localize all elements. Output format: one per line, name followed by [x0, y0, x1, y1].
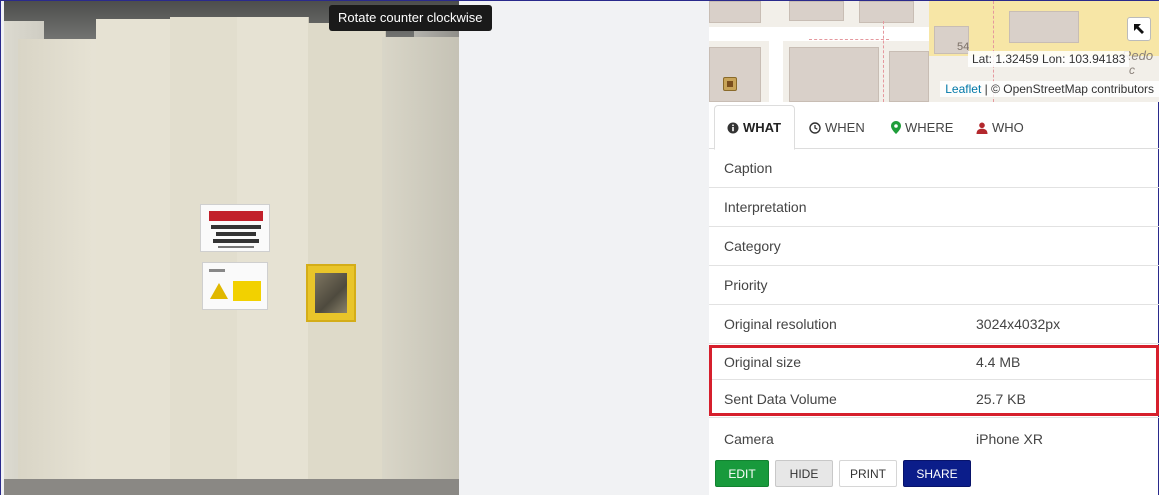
hide-button[interactable]: HIDE [775, 460, 833, 487]
photo-yellow-panel [306, 264, 356, 322]
share-button[interactable]: SHARE [903, 460, 971, 487]
detail-label: Caption [724, 160, 773, 176]
map-building [859, 1, 914, 23]
photo-hoarding-panel [170, 17, 238, 495]
user-icon [976, 122, 988, 134]
detail-row-resolution: Original resolution 3024x4032px [709, 305, 1159, 344]
detail-value: 4.4 MB [976, 353, 1021, 370]
map-building [1009, 11, 1079, 43]
action-buttons: EDIT HIDE PRINT SHARE [715, 460, 971, 487]
map-building [709, 1, 761, 23]
tab-label: WHERE [905, 120, 954, 135]
detail-label: Original resolution [724, 316, 837, 332]
map-fullscreen-button[interactable] [1127, 17, 1151, 41]
location-map[interactable]: 54 Redo c Lat: 1.32459 Lon: 103.94183 Le… [709, 1, 1159, 102]
tab-where[interactable]: WHERE [879, 105, 965, 150]
tab-who[interactable]: WHO [964, 105, 1036, 150]
photo-viewer: Rotate counter clockwise [0, 0, 709, 495]
tab-when[interactable]: WHEN [797, 105, 877, 150]
map-road [769, 27, 783, 102]
attribution-separator: | [981, 82, 992, 96]
map-marker-icon [891, 121, 901, 134]
map-attribution: Leaflet | © OpenStreetMap contributors [940, 81, 1159, 97]
map-label: c [1129, 63, 1135, 77]
tab-what[interactable]: WHAT [714, 105, 795, 150]
detail-row-sent-data: Sent Data Volume 25.7 KB [709, 380, 1159, 418]
expand-arrow-icon [1134, 24, 1144, 34]
detail-row-priority: Priority [709, 266, 1159, 305]
print-button[interactable]: PRINT [839, 460, 897, 487]
map-building [889, 51, 929, 102]
photo-hoarding-panel [237, 17, 309, 495]
photo-hoarding-panel [308, 23, 386, 495]
photo-image[interactable] [4, 1, 459, 495]
photo-hoarding-panel [96, 19, 171, 495]
detail-value: 3024x4032px [976, 316, 1061, 332]
rotate-tooltip: Rotate counter clockwise [329, 5, 492, 31]
detail-label: Interpretation [724, 199, 807, 215]
photo-danger-sign [200, 204, 270, 252]
detail-label: Original size [724, 353, 802, 370]
tab-label: WHAT [743, 120, 782, 135]
detail-row-category: Category [709, 227, 1159, 266]
photo-caution-sign [202, 262, 268, 310]
photo-floor [4, 479, 459, 495]
detail-label: Sent Data Volume [724, 390, 837, 407]
details-panel: 54 Redo c Lat: 1.32459 Lon: 103.94183 Le… [709, 0, 1159, 495]
detail-value: iPhone XR [976, 431, 1043, 447]
info-circle-icon [727, 122, 739, 133]
edit-button[interactable]: EDIT [715, 460, 769, 487]
map-coordinates: Lat: 1.32459 Lon: 103.94183 [968, 51, 1130, 67]
detail-label: Camera [724, 431, 774, 447]
leaflet-link[interactable]: Leaflet [945, 82, 981, 96]
map-boundary-line [809, 39, 889, 40]
detail-row-size: Original size 4.4 MB [709, 344, 1159, 380]
detail-row-camera: Camera iPhone XR [709, 420, 1159, 458]
map-building [789, 47, 879, 102]
tab-label: WHO [992, 120, 1024, 135]
tab-label: WHEN [825, 120, 865, 135]
detail-value: 25.7 KB [976, 390, 1026, 407]
detail-row-caption: Caption [709, 149, 1159, 188]
map-building [789, 1, 844, 21]
osm-attribution[interactable]: © OpenStreetMap contributors [991, 82, 1154, 96]
photo-hoarding-panel [18, 39, 106, 495]
map-poi-icon [723, 77, 737, 91]
detail-label: Priority [724, 277, 768, 293]
detail-label: Category [724, 238, 781, 254]
photo-hoarding-panel [382, 37, 459, 495]
clock-icon [809, 121, 821, 134]
detail-row-interpretation: Interpretation [709, 188, 1159, 227]
detail-tabs: WHAT WHEN WHERE WHO [709, 105, 1159, 150]
map-building [709, 47, 761, 102]
map-boundary-line [883, 21, 884, 102]
